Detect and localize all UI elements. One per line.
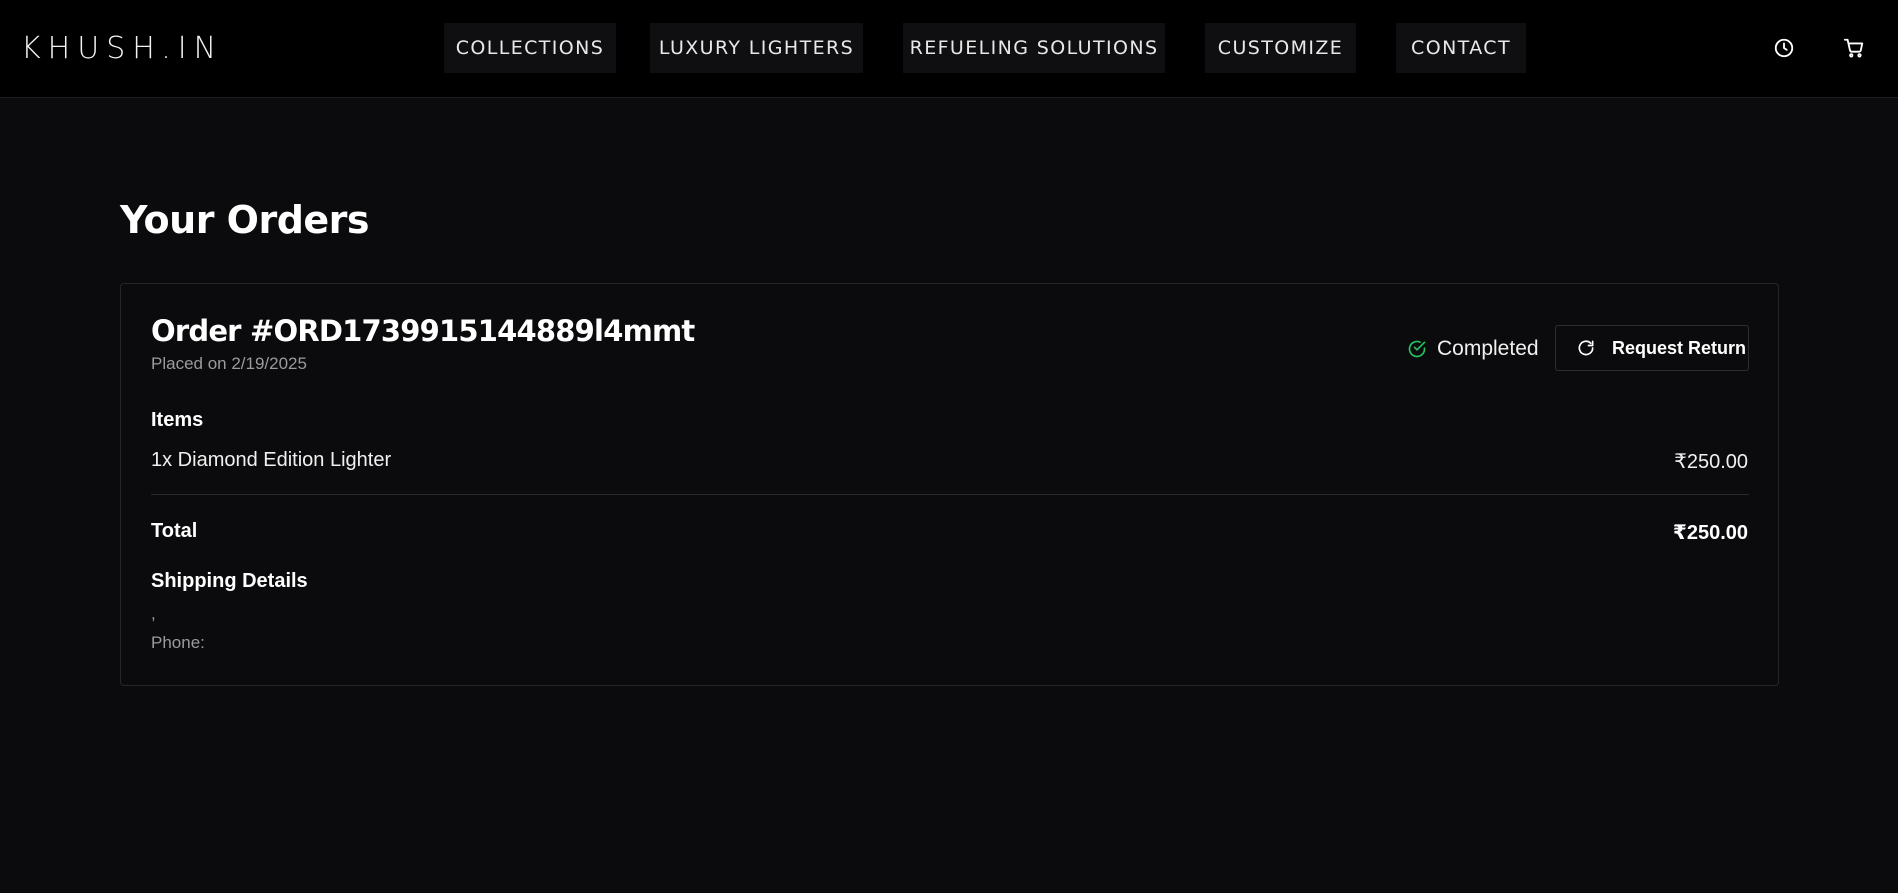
- total-label: Total: [151, 520, 198, 542]
- order-item-price: ₹250.00: [1674, 451, 1748, 473]
- nav-collections[interactable]: COLLECTIONS: [444, 23, 616, 73]
- order-item-name: 1x Diamond Edition Lighter: [151, 449, 392, 471]
- order-status-label: Completed: [1437, 337, 1539, 360]
- nav-luxury-lighters[interactable]: LUXURY LIGHTERS: [650, 23, 863, 73]
- shipping-phone: Phone:: [151, 633, 205, 652]
- order-status: Completed: [1407, 337, 1539, 361]
- cart-icon[interactable]: [1840, 34, 1868, 62]
- nav-contact[interactable]: CONTACT: [1396, 23, 1526, 73]
- divider: [151, 494, 1749, 495]
- total-value: ₹250.00: [1672, 522, 1748, 544]
- order-id: Order #ORD1739915144889l4mmt: [151, 314, 695, 348]
- order-card: Order #ORD1739915144889l4mmt Placed on 2…: [120, 283, 1779, 686]
- shipping-address: ,: [151, 604, 156, 623]
- shipping-heading: Shipping Details: [151, 570, 308, 592]
- order-date: Placed on 2/19/2025: [151, 354, 307, 373]
- clock-icon[interactable]: [1770, 34, 1798, 62]
- nav-customize[interactable]: CUSTOMIZE: [1205, 23, 1356, 73]
- site-logo[interactable]: KHUSH.IN: [21, 30, 223, 68]
- refresh-icon: [1576, 338, 1596, 358]
- request-return-label: Request Return: [1612, 337, 1747, 358]
- check-circle-icon: [1407, 339, 1427, 359]
- nav-refueling-solutions[interactable]: REFUELING SOLUTIONS: [903, 23, 1165, 73]
- items-heading: Items: [151, 409, 204, 431]
- request-return-button[interactable]: Request Return: [1555, 325, 1749, 371]
- top-navigation-bar: KHUSH.IN COLLECTIONS LUXURY LIGHTERS REF…: [0, 0, 1898, 98]
- page-title: Your Orders: [120, 198, 370, 242]
